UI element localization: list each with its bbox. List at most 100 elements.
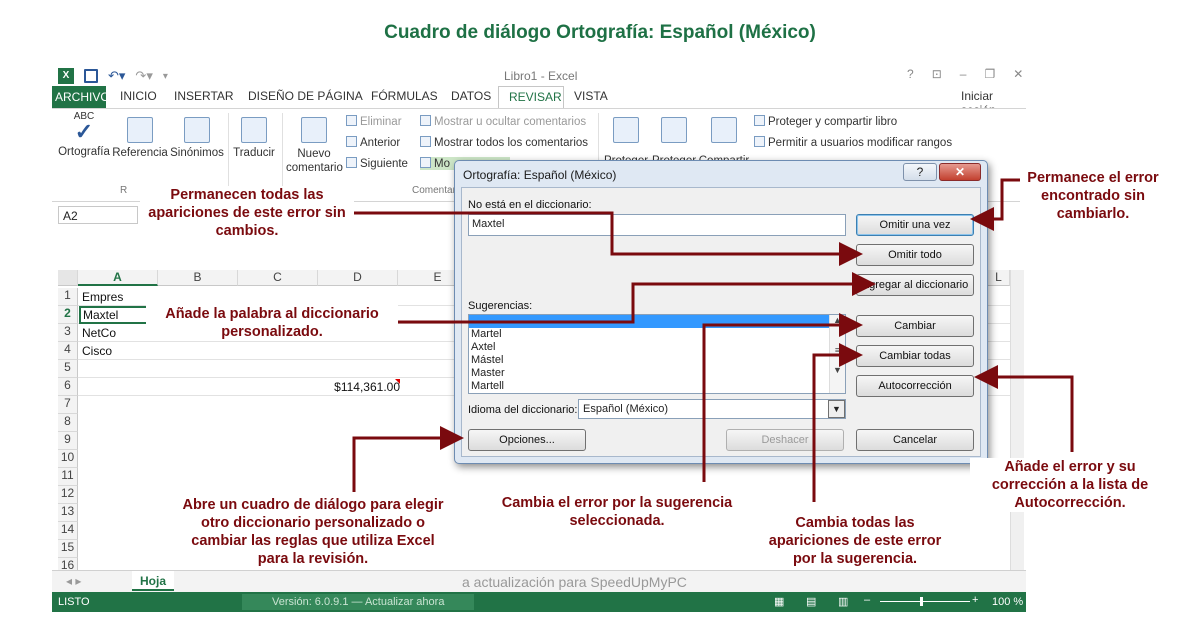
- callout-options: Abre un cuadro de diálogo para elegir ot…: [178, 496, 448, 568]
- options-button[interactable]: Opciones...: [468, 429, 586, 451]
- col-header-l[interactable]: L: [988, 270, 1010, 286]
- vertical-scrollbar[interactable]: [1010, 270, 1024, 570]
- previous-comment-button[interactable]: Anterior: [346, 136, 400, 149]
- help-icon[interactable]: ?: [907, 67, 914, 81]
- normal-view-icon[interactable]: ▦: [774, 595, 784, 608]
- ribbon-display-icon[interactable]: ⊡: [932, 67, 942, 81]
- row-header[interactable]: 15: [58, 540, 78, 558]
- translate-icon: [241, 117, 267, 143]
- cell-a3[interactable]: NetCo: [82, 326, 156, 340]
- zoom-out-icon[interactable]: –: [864, 594, 870, 606]
- allow-edit-ranges-button[interactable]: Permitir a usuarios modificar rangos: [754, 136, 952, 149]
- change-all-button[interactable]: Cambiar todas: [856, 345, 974, 367]
- not-in-dictionary-field[interactable]: Maxtel: [468, 214, 846, 236]
- cancel-button[interactable]: Cancelar: [856, 429, 974, 451]
- autocorrect-button[interactable]: Autocorrección: [856, 375, 974, 397]
- col-header-a[interactable]: A: [78, 270, 158, 286]
- protect-share-icon: [754, 115, 765, 126]
- zoom-in-icon[interactable]: +: [972, 594, 978, 606]
- row-header[interactable]: 14: [58, 522, 78, 540]
- show-hide-comment-button[interactable]: Mostrar u ocultar comentarios: [420, 115, 586, 128]
- tab-formulas[interactable]: FÓRMULAS: [371, 89, 438, 103]
- list-item[interactable]: Maxtel: [469, 315, 845, 328]
- row-header[interactable]: 5: [58, 360, 78, 378]
- next-comment-button[interactable]: Siguiente: [346, 157, 408, 170]
- tab-inicio[interactable]: INICIO: [120, 89, 157, 103]
- add-to-dictionary-button[interactable]: Agregar al diccionario: [856, 274, 974, 296]
- chevron-down-icon[interactable]: ▼: [828, 400, 845, 418]
- col-header-d[interactable]: D: [318, 270, 398, 286]
- suggestions-scrollbar[interactable]: ▲ ≡ ▼: [829, 315, 845, 393]
- row-header[interactable]: 8: [58, 414, 78, 432]
- show-ink-label: Mo: [434, 158, 450, 170]
- tab-insertar[interactable]: INSERTAR: [174, 89, 234, 103]
- row-header[interactable]: 12: [58, 486, 78, 504]
- page-break-icon[interactable]: ▥: [838, 595, 848, 608]
- tab-archivo[interactable]: ARCHIVO: [52, 86, 110, 108]
- list-item[interactable]: Mástel: [469, 354, 845, 367]
- save-icon[interactable]: [84, 69, 98, 83]
- row-header[interactable]: 13: [58, 504, 78, 522]
- allow-edit-icon: [754, 136, 765, 147]
- undo-button[interactable]: Deshacer: [726, 429, 844, 451]
- tab-revisar[interactable]: REVISAR: [498, 86, 564, 108]
- redo-icon[interactable]: ↷▾: [135, 68, 152, 84]
- sheet-tab[interactable]: Hoja: [132, 571, 175, 591]
- row-header[interactable]: 9: [58, 432, 78, 450]
- row-header[interactable]: 1: [58, 288, 78, 306]
- col-header-b[interactable]: B: [158, 270, 238, 286]
- dialog-close-icon[interactable]: ✕: [939, 163, 981, 181]
- delete-icon: [346, 115, 357, 126]
- translate-button[interactable]: Traducir: [230, 117, 278, 159]
- select-all-corner[interactable]: [58, 270, 78, 286]
- spelling-button[interactable]: ABC ✓ Ortografía: [56, 111, 112, 158]
- dialog-help-button[interactable]: ?: [903, 163, 937, 181]
- language-select[interactable]: Español (México): [578, 399, 846, 419]
- list-item[interactable]: Martell: [469, 380, 845, 393]
- row-header[interactable]: 3: [58, 324, 78, 342]
- list-item[interactable]: Master: [469, 367, 845, 380]
- ignore-once-button[interactable]: Omitir una vez: [856, 214, 974, 236]
- update-notice: a actualización para SpeedUpMyPC: [462, 574, 687, 590]
- row-header[interactable]: 6: [58, 378, 78, 396]
- zoom-slider[interactable]: [880, 601, 970, 602]
- tab-datos[interactable]: DATOS: [451, 89, 491, 103]
- row-header[interactable]: 11: [58, 468, 78, 486]
- tab-diseno-pagina[interactable]: DISEÑO DE PÁGINA: [248, 89, 363, 103]
- thesaurus-button[interactable]: Sinónimos: [168, 117, 226, 159]
- sheet-nav-arrows[interactable]: ◂ ▸: [66, 574, 81, 588]
- page-layout-icon[interactable]: ▤: [806, 595, 816, 608]
- research-button[interactable]: Referencia: [112, 117, 168, 159]
- zoom-slider-thumb[interactable]: [920, 597, 923, 606]
- new-comment-button[interactable]: Nuevo comentario: [286, 117, 343, 175]
- name-box[interactable]: A2: [58, 206, 138, 224]
- row-header[interactable]: 7: [58, 396, 78, 414]
- delete-comment-button[interactable]: Eliminar: [346, 115, 402, 128]
- dialog-body: No está en el diccionario: Maxtel Sugere…: [461, 187, 981, 457]
- col-header-c[interactable]: C: [238, 270, 318, 286]
- close-icon[interactable]: ✕: [1013, 67, 1023, 81]
- protect-share-button[interactable]: Proteger y compartir libro: [754, 115, 897, 128]
- customize-qat-icon[interactable]: ▾: [163, 71, 168, 82]
- cell-d6[interactable]: $114,361.00: [322, 380, 400, 394]
- thesaurus-icon: [184, 117, 210, 143]
- restore-icon[interactable]: ❐: [984, 67, 995, 81]
- research-icon: [127, 117, 153, 143]
- row-header[interactable]: 2: [58, 306, 78, 324]
- version-notice[interactable]: Versión: 6.0.9.1 — Actualizar ahora: [242, 594, 475, 610]
- suggestions-label: Sugerencias:: [468, 300, 533, 312]
- suggestions-list[interactable]: Maxtel Martel Axtel Mástel Master Martel…: [468, 314, 846, 394]
- minimize-icon[interactable]: –: [960, 67, 967, 81]
- undo-icon[interactable]: ↶▾: [108, 68, 125, 84]
- show-all-comments-button[interactable]: Mostrar todos los comentarios: [420, 136, 588, 149]
- row-header[interactable]: 10: [58, 450, 78, 468]
- tab-vista[interactable]: VISTA: [574, 89, 608, 103]
- row-header[interactable]: 4: [58, 342, 78, 360]
- cell-a4[interactable]: Cisco: [82, 344, 156, 358]
- change-button[interactable]: Cambiar: [856, 315, 974, 337]
- zoom-level[interactable]: 100 %: [992, 596, 1023, 608]
- list-item[interactable]: Axtel: [469, 341, 845, 354]
- cell-a1[interactable]: Empres: [82, 290, 156, 304]
- list-item[interactable]: Martel: [469, 328, 845, 341]
- ignore-all-button[interactable]: Omitir todo: [856, 244, 974, 266]
